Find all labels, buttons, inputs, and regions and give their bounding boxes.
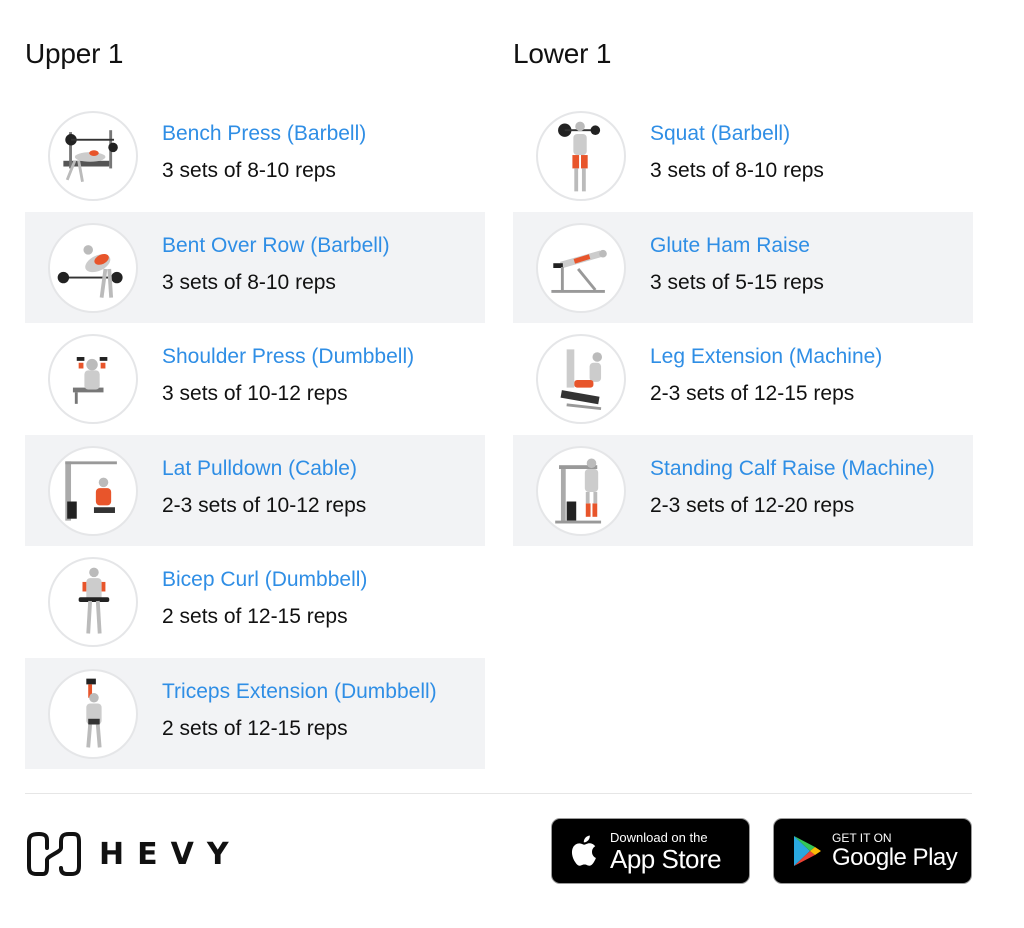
exercise-sets: 3 sets of 10-12 reps xyxy=(162,382,348,405)
exercise-row: Glute Ham Raise 3 sets of 5-15 reps xyxy=(513,211,973,323)
app-store-big-text: App Store xyxy=(610,843,722,874)
exercise-thumbnail[interactable] xyxy=(536,222,626,313)
exercise-name-link[interactable]: Shoulder Press (Dumbbell) xyxy=(162,345,414,369)
exercise-row: Bent Over Row (Barbell) 3 sets of 8-10 r… xyxy=(25,211,485,323)
exercise-row: Bicep Curl (Dumbbell) 2 sets of 12-15 re… xyxy=(25,546,485,658)
standing-calf-raise-illustration xyxy=(555,458,602,523)
hevy-logo-icon xyxy=(27,832,81,876)
google-play-button[interactable]: GET IT ON Google Play xyxy=(773,818,972,884)
exercise-name-link[interactable]: Bench Press (Barbell) xyxy=(162,122,366,146)
exercise-sets: 2-3 sets of 12-15 reps xyxy=(650,382,855,405)
exercise-thumbnail[interactable] xyxy=(48,334,138,424)
leg-extension-illustration xyxy=(560,349,603,411)
exercise-name-link[interactable]: Bicep Curl (Dumbbell) xyxy=(162,568,367,592)
exercise-thumbnail[interactable] xyxy=(536,334,626,424)
exercise-sets: 3 sets of 8-10 reps xyxy=(162,270,336,294)
exercise-sets: 3 sets of 5-15 reps xyxy=(650,270,824,294)
exercise-name-link[interactable]: Leg Extension (Machine) xyxy=(650,345,882,369)
exercise-sets: 2 sets of 12-15 reps xyxy=(162,716,348,740)
exercise-name-link[interactable]: Squat (Barbell) xyxy=(650,122,824,146)
exercise-thumbnail[interactable] xyxy=(48,557,138,647)
exercise-name-link[interactable]: Standing Calf Raise (Machine) xyxy=(650,457,935,481)
google-play-small-text: GET IT ON xyxy=(832,831,892,845)
google-play-icon xyxy=(794,836,821,866)
exercise-row: Shoulder Press (Dumbbell) 3 sets of 10-1… xyxy=(25,323,485,435)
exercise-row: Standing Calf Raise (Machine) 2-3 sets o… xyxy=(513,434,973,546)
triceps-extension-illustration xyxy=(86,678,102,748)
exercise-thumbnail[interactable] xyxy=(48,445,138,536)
bench-press-illustration xyxy=(63,130,118,183)
exercise-thumbnail[interactable] xyxy=(48,111,138,201)
exercise-list: Squat (Barbell) 3 sets of 8-10 reps Glut… xyxy=(513,100,973,546)
exercise-list: Bench Press (Barbell) 3 sets of 8-10 rep… xyxy=(25,100,485,769)
lat-pulldown-illustration xyxy=(65,460,117,521)
hevy-logo[interactable]: HEVY xyxy=(25,830,242,878)
google-play-big-text: Google Play xyxy=(832,844,958,871)
exercise-thumbnail[interactable] xyxy=(48,222,138,313)
exercise-row: Squat (Barbell) 3 sets of 8-10 reps xyxy=(513,100,973,212)
routine-title: Lower 1 xyxy=(513,38,612,69)
bent-over-row-illustration xyxy=(57,244,123,298)
exercise-row: Triceps Extension (Dumbbell) 2 sets of 1… xyxy=(25,657,485,769)
exercise-thumbnail[interactable] xyxy=(536,445,626,536)
routine-title: Upper 1 xyxy=(25,38,124,69)
glute-ham-raise-illustration xyxy=(551,249,607,293)
exercise-thumbnail[interactable] xyxy=(536,111,626,201)
exercise-row: Bench Press (Barbell) 3 sets of 8-10 rep… xyxy=(25,100,485,212)
apple-icon xyxy=(571,835,596,866)
exercise-name-link[interactable]: Glute Ham Raise xyxy=(650,234,824,258)
brand-name: HEVY xyxy=(99,836,242,872)
exercise-row: Lat Pulldown (Cable) 2-3 sets of 10-12 r… xyxy=(25,434,485,546)
exercise-sets: 3 sets of 8-10 reps xyxy=(162,159,336,182)
app-store-small-text: Download on the xyxy=(610,829,708,845)
exercise-name-link[interactable]: Bent Over Row (Barbell) xyxy=(162,234,390,258)
exercise-sets: 3 sets of 8-10 reps xyxy=(650,159,824,182)
exercise-sets: 2-3 sets of 12-20 reps xyxy=(650,493,855,517)
app-store-button[interactable]: Download on the App Store xyxy=(551,818,750,884)
bicep-curl-illustration xyxy=(78,567,110,634)
shoulder-press-illustration xyxy=(72,357,108,404)
footer-divider xyxy=(25,793,972,794)
exercise-name-link[interactable]: Triceps Extension (Dumbbell) xyxy=(162,680,437,704)
exercise-name-link[interactable]: Lat Pulldown (Cable) xyxy=(162,457,366,481)
exercise-row: Leg Extension (Machine) 2-3 sets of 12-1… xyxy=(513,323,973,435)
exercise-sets: 2-3 sets of 10-12 reps xyxy=(162,493,367,517)
exercise-thumbnail[interactable] xyxy=(48,668,138,759)
exercise-sets: 2 sets of 12-15 reps xyxy=(162,605,348,628)
squat-illustration xyxy=(558,121,601,192)
